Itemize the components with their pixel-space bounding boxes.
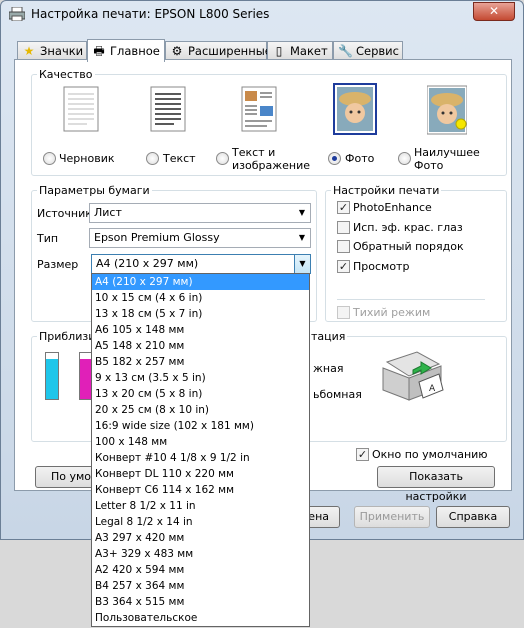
paper-size-option[interactable]: Конверт #10 4 1/8 x 9 1/2 in — [92, 450, 309, 466]
portrait-label: жная — [313, 362, 344, 375]
paper-size-option[interactable]: 9 x 13 см (3.5 x 5 in) — [92, 370, 309, 386]
source-select[interactable]: Лист ▼ — [89, 203, 311, 223]
paper-size-option[interactable]: A5 148 x 210 мм — [92, 338, 309, 354]
tab-service[interactable]: 🔧 Сервис — [333, 41, 403, 61]
gear-icon: ⚙ — [171, 44, 183, 58]
reverse-order-checkbox[interactable] — [337, 240, 350, 253]
reverse-order-label: Обратный порядок — [353, 240, 464, 253]
help-button[interactable]: Справка — [436, 506, 510, 528]
quality-best-photo-label: Наилучшее Фото — [414, 146, 480, 172]
tab-icons[interactable]: ★ Значки — [17, 41, 87, 61]
paper-size-option[interactable]: A6 105 x 148 мм — [92, 322, 309, 338]
paper-size-option[interactable]: 100 x 148 мм — [92, 434, 309, 450]
photo-quality-icon — [335, 85, 375, 133]
text-image-quality-icon — [241, 86, 277, 132]
show-settings-button[interactable]: Показать настройки — [377, 466, 495, 503]
photo-quality-frame — [333, 83, 377, 135]
paper-size-option[interactable]: B5 182 x 257 мм — [92, 354, 309, 370]
close-button[interactable]: ✕ — [473, 2, 515, 21]
quality-photo-label: Фото — [345, 152, 375, 165]
paper-size-option[interactable]: 16:9 wide size (102 x 181 мм) — [92, 418, 309, 434]
photoenhance-checkbox[interactable]: ✓ — [337, 201, 350, 214]
svg-text:A: A — [429, 384, 436, 394]
paper-size-option[interactable]: B3 364 x 515 мм — [92, 594, 309, 610]
print-settings-group-label: Настройки печати — [331, 184, 442, 197]
type-label: Тип — [37, 232, 59, 245]
quality-photo-radio[interactable] — [328, 152, 341, 165]
window-title: Настройка печати: EPSON L800 Series — [31, 7, 270, 21]
paper-size-option[interactable]: B4 257 x 364 мм — [92, 578, 309, 594]
quiet-mode-checkbox[interactable] — [337, 306, 350, 319]
quality-text-label: Текст — [163, 152, 196, 165]
layout-icon: ▯ — [275, 44, 283, 58]
paper-size-option[interactable]: 13 x 18 см (5 x 7 in) — [92, 306, 309, 322]
quality-text-radio[interactable] — [146, 152, 159, 165]
draft-quality-icon — [63, 86, 99, 132]
size-label: Размер — [37, 258, 79, 271]
star-icon: ★ — [23, 44, 35, 58]
red-eye-label: Исп. эф. крас. глаз — [353, 221, 463, 234]
source-label: Источник — [37, 207, 92, 220]
paper-size-option[interactable]: A4 (210 x 297 мм) — [92, 274, 309, 290]
size-select[interactable]: A4 (210 x 297 мм) ▼ — [91, 254, 311, 274]
quality-best-photo-radio[interactable] — [398, 152, 411, 165]
tab-layout[interactable]: ▯ Макет — [267, 41, 333, 61]
quality-draft-label: Черновик — [59, 152, 115, 165]
printer-icon — [9, 7, 25, 21]
quality-group-label: Качество — [37, 68, 95, 81]
paper-size-option[interactable]: A2 420 x 594 мм — [92, 562, 309, 578]
quality-draft-radio[interactable] — [43, 152, 56, 165]
paper-size-option[interactable]: 20 x 25 см (8 x 10 in) — [92, 402, 309, 418]
paper-size-option[interactable]: Конверт DL 110 x 220 мм — [92, 466, 309, 482]
paper-size-option[interactable]: Пользовательское — [92, 610, 309, 626]
tab-advanced[interactable]: ⚙ Расширенные — [165, 41, 272, 61]
paper-size-option[interactable]: 13 x 20 см (5 x 8 in) — [92, 386, 309, 402]
paper-size-option[interactable]: A3+ 329 x 483 мм — [92, 546, 309, 562]
text-quality-icon — [150, 86, 186, 132]
paper-size-option[interactable]: 10 x 15 см (4 x 6 in) — [92, 290, 309, 306]
preview-checkbox[interactable]: ✓ — [337, 260, 350, 273]
printer-orientation-icon: A — [382, 351, 444, 401]
chevron-down-icon: ▼ — [298, 233, 306, 242]
paper-group-label: Параметры бумаги — [37, 184, 152, 197]
paper-size-option[interactable]: Letter 8 1/2 x 11 in — [92, 498, 309, 514]
wrench-icon: 🔧 — [338, 44, 353, 58]
orientation-group-label: тация — [309, 330, 348, 343]
printer-icon: 🖶 — [93, 44, 105, 58]
photoenhance-label: PhotoEnhance — [353, 201, 432, 214]
tab-main[interactable]: 🖶 Главное — [87, 39, 165, 62]
paper-size-option[interactable]: A3 297 x 420 мм — [92, 530, 309, 546]
title-bar: Настройка печати: EPSON L800 Series ✕ — [1, 1, 523, 29]
preview-label: Просмотр — [353, 260, 410, 273]
chevron-down-icon: ▼ — [294, 255, 310, 273]
default-window-label: Окно по умолчанию — [372, 448, 488, 461]
type-select[interactable]: Epson Premium Glossy ▼ — [89, 228, 311, 248]
paper-size-dropdown-list: A4 (210 x 297 мм) 10 x 15 см (4 x 6 in) 13… — [91, 273, 310, 627]
landscape-label: ьбомная — [313, 388, 362, 401]
quality-text-image-label: Текст и изображение — [232, 146, 311, 172]
best-photo-quality-icon — [427, 85, 467, 135]
default-window-checkbox[interactable]: ✓ — [356, 448, 369, 461]
ink-level-cyan — [45, 352, 59, 400]
separator — [337, 299, 485, 300]
quiet-mode-label: Тихий режим — [353, 306, 431, 319]
chevron-down-icon: ▼ — [298, 208, 306, 217]
apply-button[interactable]: Применить — [354, 506, 430, 528]
paper-size-option[interactable]: Legal 8 1/2 x 14 in — [92, 514, 309, 530]
paper-size-option[interactable]: Конверт C6 114 x 162 мм — [92, 482, 309, 498]
quality-text-image-radio[interactable] — [216, 152, 229, 165]
red-eye-checkbox[interactable] — [337, 221, 350, 234]
